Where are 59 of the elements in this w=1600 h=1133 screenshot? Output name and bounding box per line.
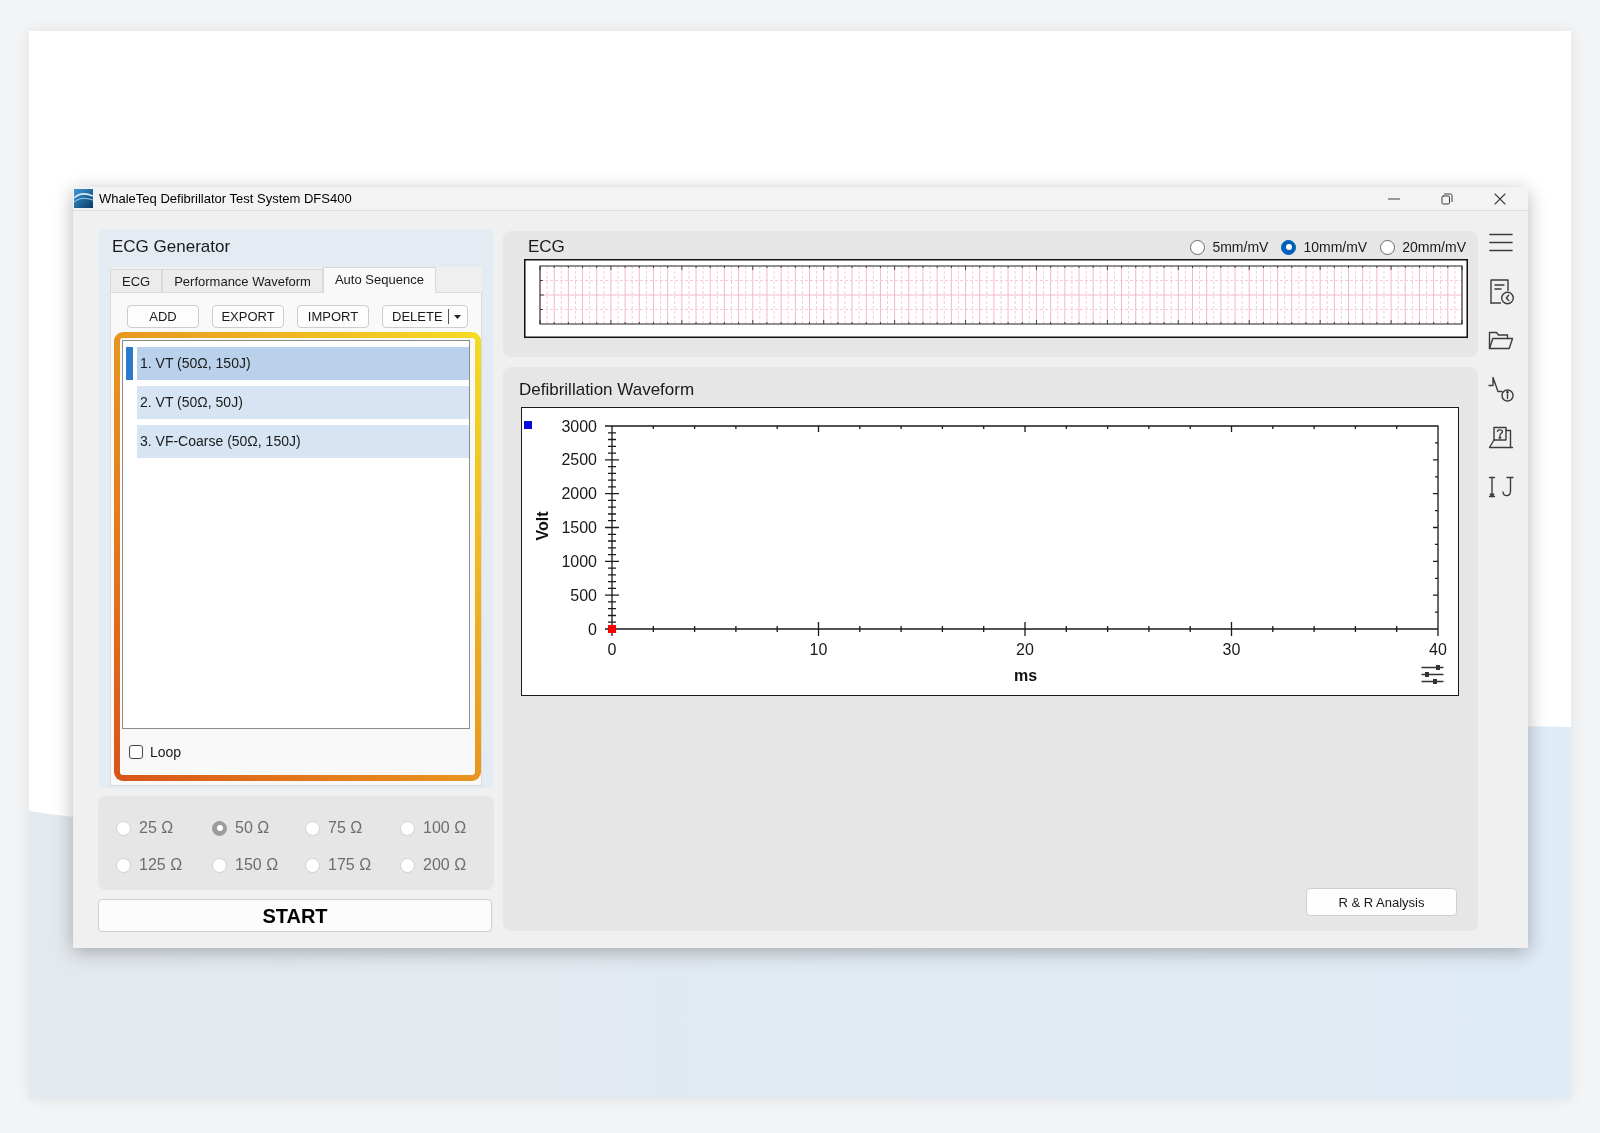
- square-marker-icon: [524, 421, 532, 429]
- sequence-item[interactable]: 1. VT (50Ω, 150J): [137, 347, 469, 380]
- selection-marker-icon: [126, 347, 133, 380]
- analysis-button[interactable]: R & R Analysis: [1306, 888, 1457, 916]
- tick-label: 2500: [561, 451, 597, 469]
- radio-label: 200 Ω: [423, 857, 467, 873]
- sequence-item[interactable]: 3. VF-Coarse (50Ω, 150J): [137, 425, 469, 458]
- menu-icon[interactable]: [1489, 232, 1513, 252]
- action-button[interactable]: EXPORT: [212, 305, 284, 328]
- tick-label: 0: [588, 620, 597, 638]
- tab[interactable]: Performance Waveform: [162, 269, 323, 292]
- action-button[interactable]: ADD: [127, 305, 199, 328]
- radio-label: 100 Ω: [423, 820, 467, 836]
- tab[interactable]: ECG: [110, 269, 163, 292]
- tick-label: 40: [1429, 641, 1447, 658]
- tick-label: 10: [809, 641, 828, 658]
- panel-title: Defibrillation Waveform: [519, 379, 696, 401]
- start-button[interactable]: START: [98, 899, 492, 932]
- tick-label: 20: [1016, 641, 1034, 658]
- help-icon[interactable]: [1488, 426, 1514, 450]
- radio-label: 175 Ω: [328, 857, 372, 873]
- checkbox-label: Loop: [150, 745, 182, 759]
- sliders-icon[interactable]: [1420, 665, 1445, 684]
- radio-label: 5mm/mV: [1212, 240, 1269, 254]
- tick-label: 1500: [561, 519, 597, 536]
- radio-button[interactable]: [1380, 239, 1396, 255]
- document-clock-icon[interactable]: [1488, 277, 1514, 305]
- window-title: WhaleTeq Defibrillator Test System DFS400: [99, 192, 352, 205]
- split-button[interactable]: DELETE: [382, 305, 468, 328]
- panel-title: ECG: [528, 236, 565, 258]
- radio-button[interactable]: [1281, 239, 1297, 255]
- radio-label: 75 Ω: [328, 820, 363, 836]
- restore-icon[interactable]: [1441, 192, 1453, 205]
- axis-title: ms: [1013, 667, 1038, 684]
- i-beam-hook-icon[interactable]: [1488, 476, 1514, 498]
- panel-title: ECG Generator: [112, 236, 232, 258]
- action-button[interactable]: IMPORT: [297, 305, 369, 328]
- tick-label: 1000: [561, 552, 597, 570]
- radio-label: 10mm/mV: [1303, 240, 1368, 254]
- radio-label: 25 Ω: [139, 820, 174, 836]
- tick-label: 0: [607, 641, 617, 658]
- app-logo-icon: [74, 189, 93, 208]
- tick-label: 30: [1222, 641, 1241, 658]
- radio-label: 125 Ω: [139, 857, 183, 873]
- sequence-item[interactable]: 2. VT (50Ω, 50J): [137, 386, 469, 419]
- caret-icon: [453, 314, 461, 319]
- tick-label: 500: [570, 586, 597, 604]
- folder-icon[interactable]: [1488, 330, 1514, 350]
- waveform-info-icon[interactable]: [1488, 376, 1514, 402]
- radio-button[interactable]: [1190, 239, 1206, 255]
- tick-label: 3000: [561, 417, 597, 435]
- radio-label: 150 Ω: [235, 857, 279, 873]
- checkbox[interactable]: [129, 745, 143, 759]
- axis-title: Volt: [534, 511, 551, 541]
- tab[interactable]: Auto Sequence: [322, 267, 436, 293]
- close-icon[interactable]: [1494, 192, 1506, 205]
- radio-label: 50 Ω: [235, 820, 270, 836]
- tick-label: 2000: [561, 485, 597, 503]
- radio-label: 20mm/mV: [1402, 240, 1466, 254]
